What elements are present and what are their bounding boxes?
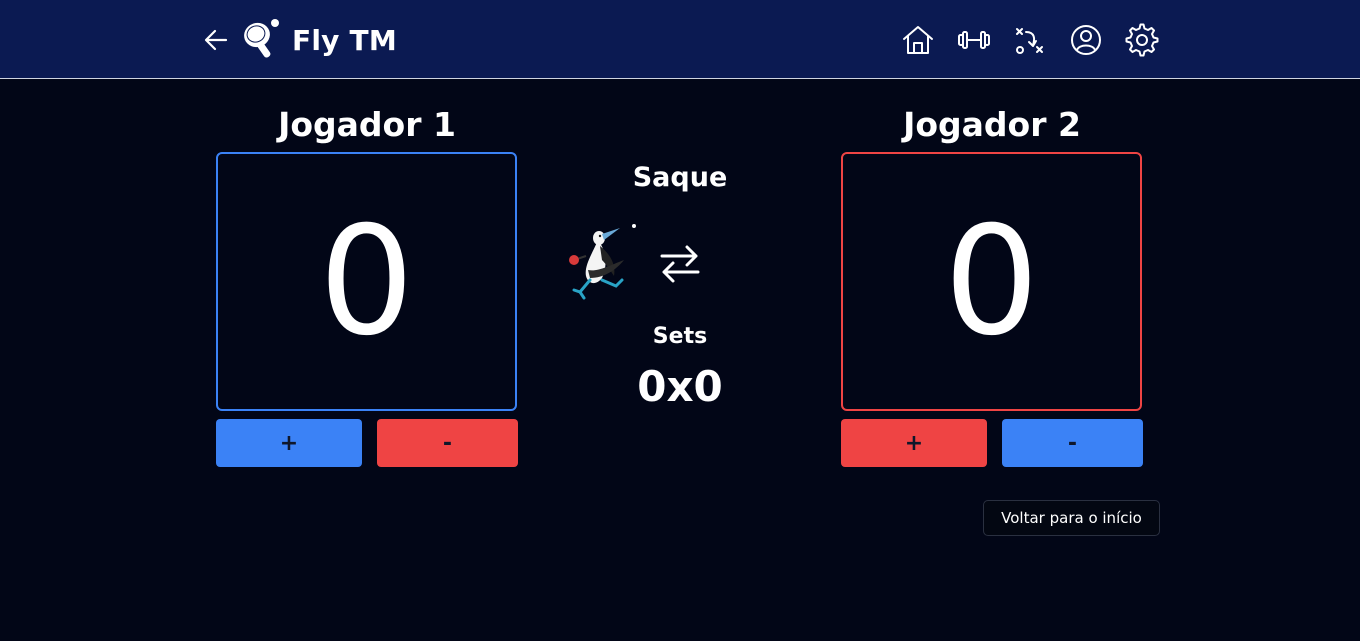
navbar-icons xyxy=(900,22,1180,58)
player1-plus-button[interactable]: + xyxy=(216,419,362,467)
player2-score-box: 0 xyxy=(841,152,1142,411)
navbar-brand: Fly TM xyxy=(200,17,397,63)
serve-label: Saque xyxy=(632,162,728,193)
user-icon xyxy=(1071,25,1101,55)
bird-ping-pong-mascot xyxy=(569,224,636,300)
sets-label: Sets xyxy=(652,324,708,349)
tactics-icon xyxy=(1016,28,1043,54)
dumbbell-icon xyxy=(958,31,990,49)
serve-indicator xyxy=(560,220,800,300)
nav-home-button[interactable] xyxy=(900,22,936,58)
player1-score: 0 xyxy=(318,194,415,369)
player2-score: 0 xyxy=(943,194,1040,369)
top-navbar: Fly TM xyxy=(0,0,1360,79)
app-title: Fly TM xyxy=(292,23,397,57)
home-icon xyxy=(903,26,933,54)
player2-name: Jogador 2 xyxy=(903,105,1081,144)
gear-icon xyxy=(1125,23,1159,57)
sets-score: 0x0 xyxy=(637,362,723,411)
nav-training-button[interactable] xyxy=(956,22,992,58)
player2-panel: Jogador 2 0 + - xyxy=(841,105,1143,467)
player2-minus-button[interactable]: - xyxy=(1002,419,1143,467)
nav-tactics-button[interactable] xyxy=(1012,22,1048,58)
ping-pong-paddle-logo xyxy=(244,19,279,58)
swap-arrows-icon[interactable] xyxy=(656,242,704,286)
arrow-left-icon xyxy=(204,29,228,51)
player1-score-box: 0 xyxy=(216,152,517,411)
player2-plus-button[interactable]: + xyxy=(841,419,987,467)
player1-panel: Jogador 1 0 + - xyxy=(216,105,518,467)
player1-minus-button[interactable]: - xyxy=(377,419,518,467)
back-to-home-button[interactable]: Voltar para o início xyxy=(983,500,1160,536)
player1-controls: + - xyxy=(216,419,518,467)
player1-name: Jogador 1 xyxy=(278,105,456,144)
player2-controls: + - xyxy=(841,419,1143,467)
nav-settings-button[interactable] xyxy=(1124,22,1160,58)
back-button[interactable] xyxy=(200,24,232,56)
nav-profile-button[interactable] xyxy=(1068,22,1104,58)
